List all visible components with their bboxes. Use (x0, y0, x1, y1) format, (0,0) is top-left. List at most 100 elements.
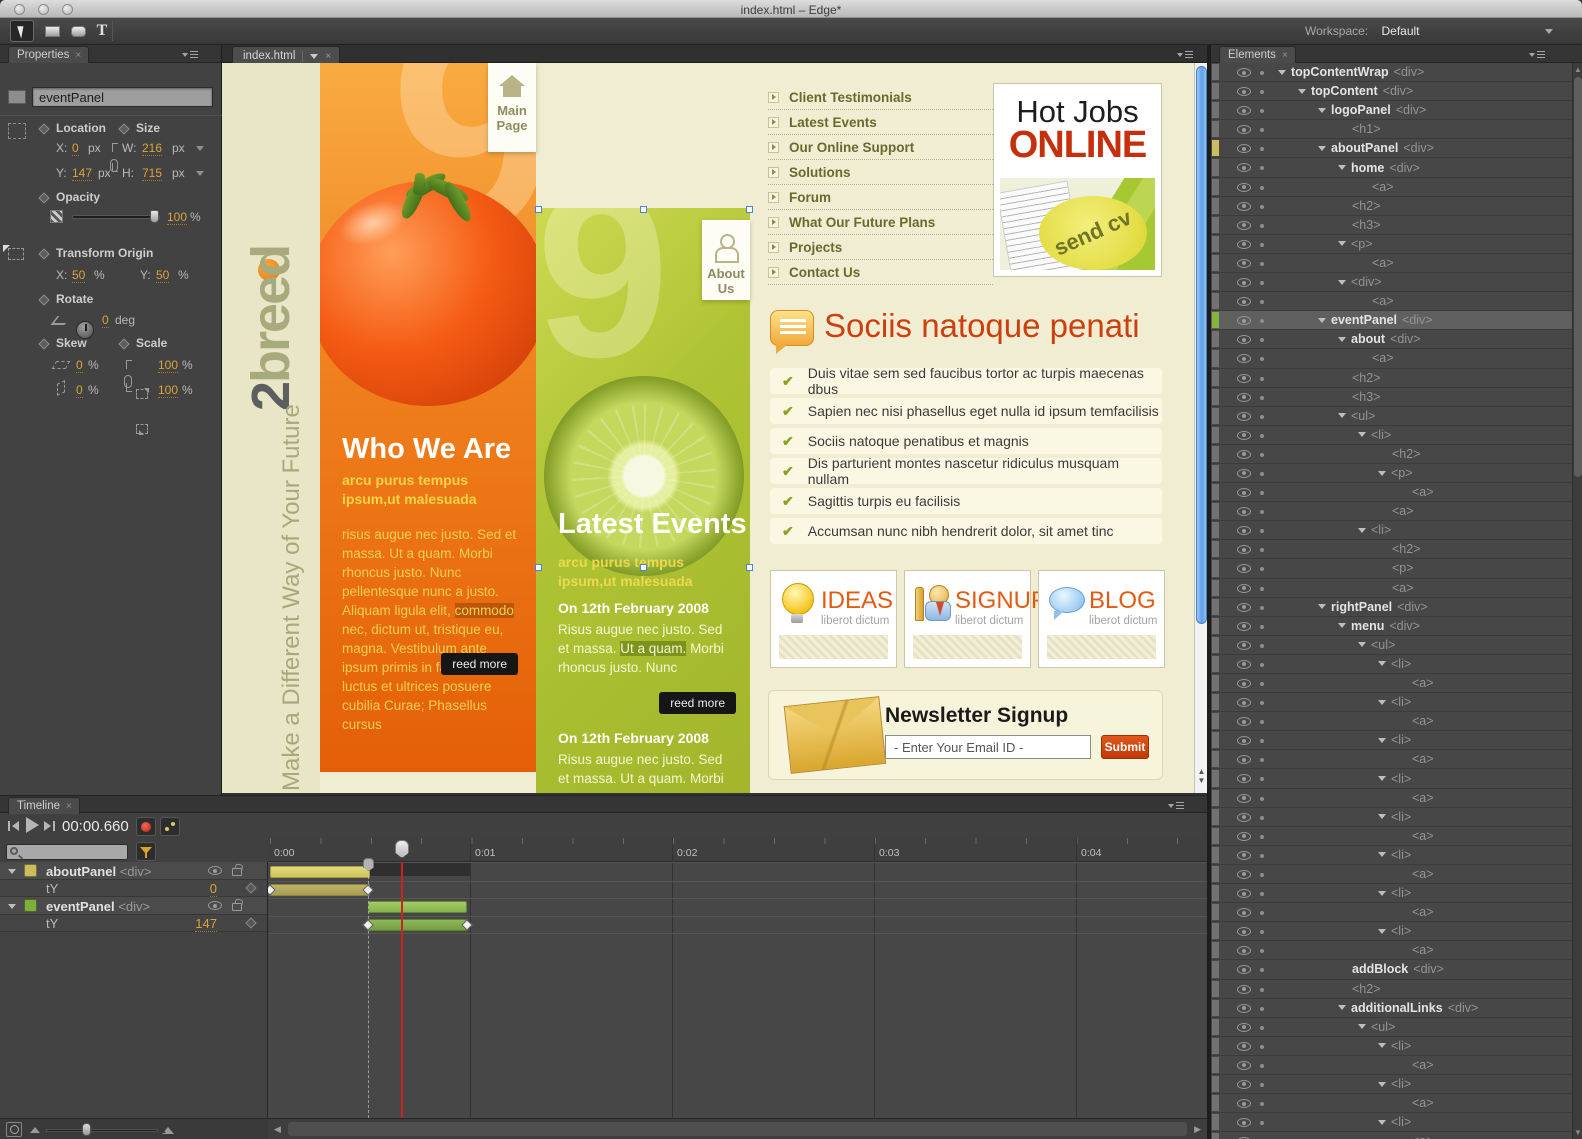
w-value[interactable]: 216 (142, 141, 163, 156)
selection-dot-icon[interactable] (1260, 834, 1264, 839)
selection-dot-icon[interactable] (1260, 166, 1264, 171)
menu-item-link[interactable]: Client Testimonials (768, 85, 993, 110)
element-tree-row[interactable]: <li> (1211, 1113, 1573, 1133)
disclosure-icon[interactable] (8, 904, 16, 909)
visibility-icon[interactable] (1237, 1003, 1251, 1013)
selection-dot-icon[interactable] (1260, 1025, 1264, 1030)
selection-dot-icon[interactable] (1260, 853, 1264, 858)
visibility-icon[interactable] (1237, 1022, 1251, 1032)
disclosure-icon[interactable] (1378, 814, 1386, 820)
ideas-box[interactable]: IDEAS liberot dictum (770, 570, 897, 668)
menu-item-link[interactable]: Contact Us (768, 260, 993, 285)
track-eventPanel-tY[interactable]: tY 147 (0, 915, 267, 932)
visibility-icon[interactable] (1237, 1099, 1251, 1109)
visibility-icon[interactable] (1237, 640, 1251, 650)
element-tree-row[interactable]: <a> (1211, 502, 1573, 522)
element-id-field[interactable]: eventPanel (32, 87, 213, 107)
disclosure-icon[interactable] (1318, 145, 1326, 151)
disclosure-icon[interactable] (1378, 928, 1386, 934)
selection-handle[interactable] (535, 206, 542, 213)
scale-keyframe-diamond[interactable] (118, 338, 130, 350)
property-value[interactable]: 147 (195, 916, 217, 932)
element-tree-row[interactable]: home <div> (1211, 158, 1573, 178)
element-tree-row[interactable]: <a> (1211, 864, 1573, 885)
visibility-icon[interactable] (1237, 812, 1251, 822)
selection-dot-icon[interactable] (1260, 529, 1264, 534)
disclosure-icon[interactable] (1358, 527, 1366, 533)
element-tree-row[interactable]: <h2> (1211, 979, 1573, 999)
element-tree-row[interactable]: <li> (1211, 845, 1573, 865)
aboutPanel-animation-bar[interactable] (270, 866, 370, 878)
eventPanel-animation-bar[interactable] (368, 901, 467, 913)
element-tree-row[interactable]: <a> (1211, 903, 1573, 923)
close-icon[interactable]: × (66, 801, 72, 812)
element-tree-row[interactable]: eventPanel <div> (1211, 311, 1573, 331)
visibility-icon[interactable] (1237, 659, 1251, 669)
visibility-icon[interactable] (1237, 316, 1251, 326)
disclosure-icon[interactable] (1378, 1119, 1386, 1125)
visibility-icon[interactable] (1237, 831, 1251, 841)
selection-dot-icon[interactable] (1260, 987, 1264, 992)
element-tree-row[interactable]: <a> (1211, 177, 1573, 197)
disclosure-icon[interactable] (1278, 69, 1286, 75)
element-tree-row[interactable]: <h1> (1211, 120, 1573, 140)
opacity-value[interactable]: 100 (167, 210, 188, 225)
scale-y-value[interactable]: 100 (158, 383, 179, 398)
visibility-icon[interactable] (208, 901, 222, 910)
disclosure-icon[interactable] (1358, 642, 1366, 648)
selection-dot-icon[interactable] (1260, 758, 1264, 763)
selection-handle[interactable] (535, 564, 542, 571)
selection-dot-icon[interactable] (1260, 204, 1264, 209)
selection-dot-icon[interactable] (1260, 357, 1264, 362)
visibility-icon[interactable] (1237, 449, 1251, 459)
selection-dot-icon[interactable] (1260, 1063, 1264, 1068)
workspace-caret-icon[interactable] (1545, 29, 1553, 34)
selection-dot-icon[interactable] (1260, 624, 1264, 629)
visibility-icon[interactable] (1237, 793, 1251, 803)
element-tree-row[interactable]: <ul> (1211, 635, 1573, 655)
timeline-horizontal-scrollbar[interactable]: ◀ ▶ (268, 1118, 1207, 1139)
element-tree-row[interactable]: about <div> (1211, 330, 1573, 350)
selection-dot-icon[interactable] (1260, 892, 1264, 897)
visibility-icon[interactable] (1237, 239, 1251, 249)
selection-dot-icon[interactable] (1260, 815, 1264, 820)
element-tree-row[interactable]: <h2> (1211, 196, 1573, 216)
element-tree-row[interactable]: <div> (1211, 273, 1573, 293)
window-titlebar[interactable]: index.html – Edge* (0, 0, 1582, 18)
zoom-slider-thumb[interactable] (82, 1123, 91, 1136)
selection-dot-icon[interactable] (1260, 452, 1264, 457)
visibility-icon[interactable] (1237, 717, 1251, 727)
panel-menu-icon[interactable] (182, 50, 198, 61)
element-tree-row[interactable]: <li> (1211, 807, 1573, 827)
selection-dot-icon[interactable] (1260, 605, 1264, 610)
scroll-left-icon[interactable]: ◀ (274, 1124, 281, 1135)
zoom-in-icon[interactable] (158, 1127, 174, 1134)
scrollbar-thumb[interactable] (288, 1122, 1187, 1136)
newsletter-email-input[interactable] (885, 735, 1091, 759)
read-more-button[interactable]: reed more (441, 653, 518, 675)
visibility-icon[interactable] (1237, 1060, 1251, 1070)
opacity-slider[interactable] (72, 215, 160, 219)
element-tree-row[interactable]: <p> (1211, 559, 1573, 579)
text-tool-button[interactable]: T (90, 20, 114, 42)
disclosure-icon[interactable] (1338, 279, 1346, 285)
visibility-icon[interactable] (1237, 373, 1251, 383)
timeline-search-field[interactable] (6, 844, 128, 860)
visibility-icon[interactable] (1237, 144, 1251, 154)
element-color-swatch[interactable] (8, 90, 26, 104)
disclosure-icon[interactable] (1378, 737, 1386, 743)
element-tree-row[interactable]: <a> (1211, 349, 1573, 369)
selection-dot-icon[interactable] (1260, 242, 1264, 247)
selection-dot-icon[interactable] (1260, 1121, 1264, 1126)
scroll-right-icon[interactable]: ▶ (1194, 1124, 1201, 1135)
close-icon[interactable]: × (325, 51, 331, 62)
selection-dot-icon[interactable] (1260, 643, 1264, 648)
element-tree-row[interactable]: <h2> (1211, 368, 1573, 388)
visibility-icon[interactable] (1237, 679, 1251, 688)
visibility-icon[interactable] (208, 866, 222, 875)
selection-dot-icon[interactable] (1260, 261, 1264, 266)
selection-dot-icon[interactable] (1260, 433, 1264, 438)
selection-dot-icon[interactable] (1260, 720, 1264, 725)
visibility-icon[interactable] (1237, 335, 1251, 345)
selection-dot-icon[interactable] (1260, 90, 1264, 95)
